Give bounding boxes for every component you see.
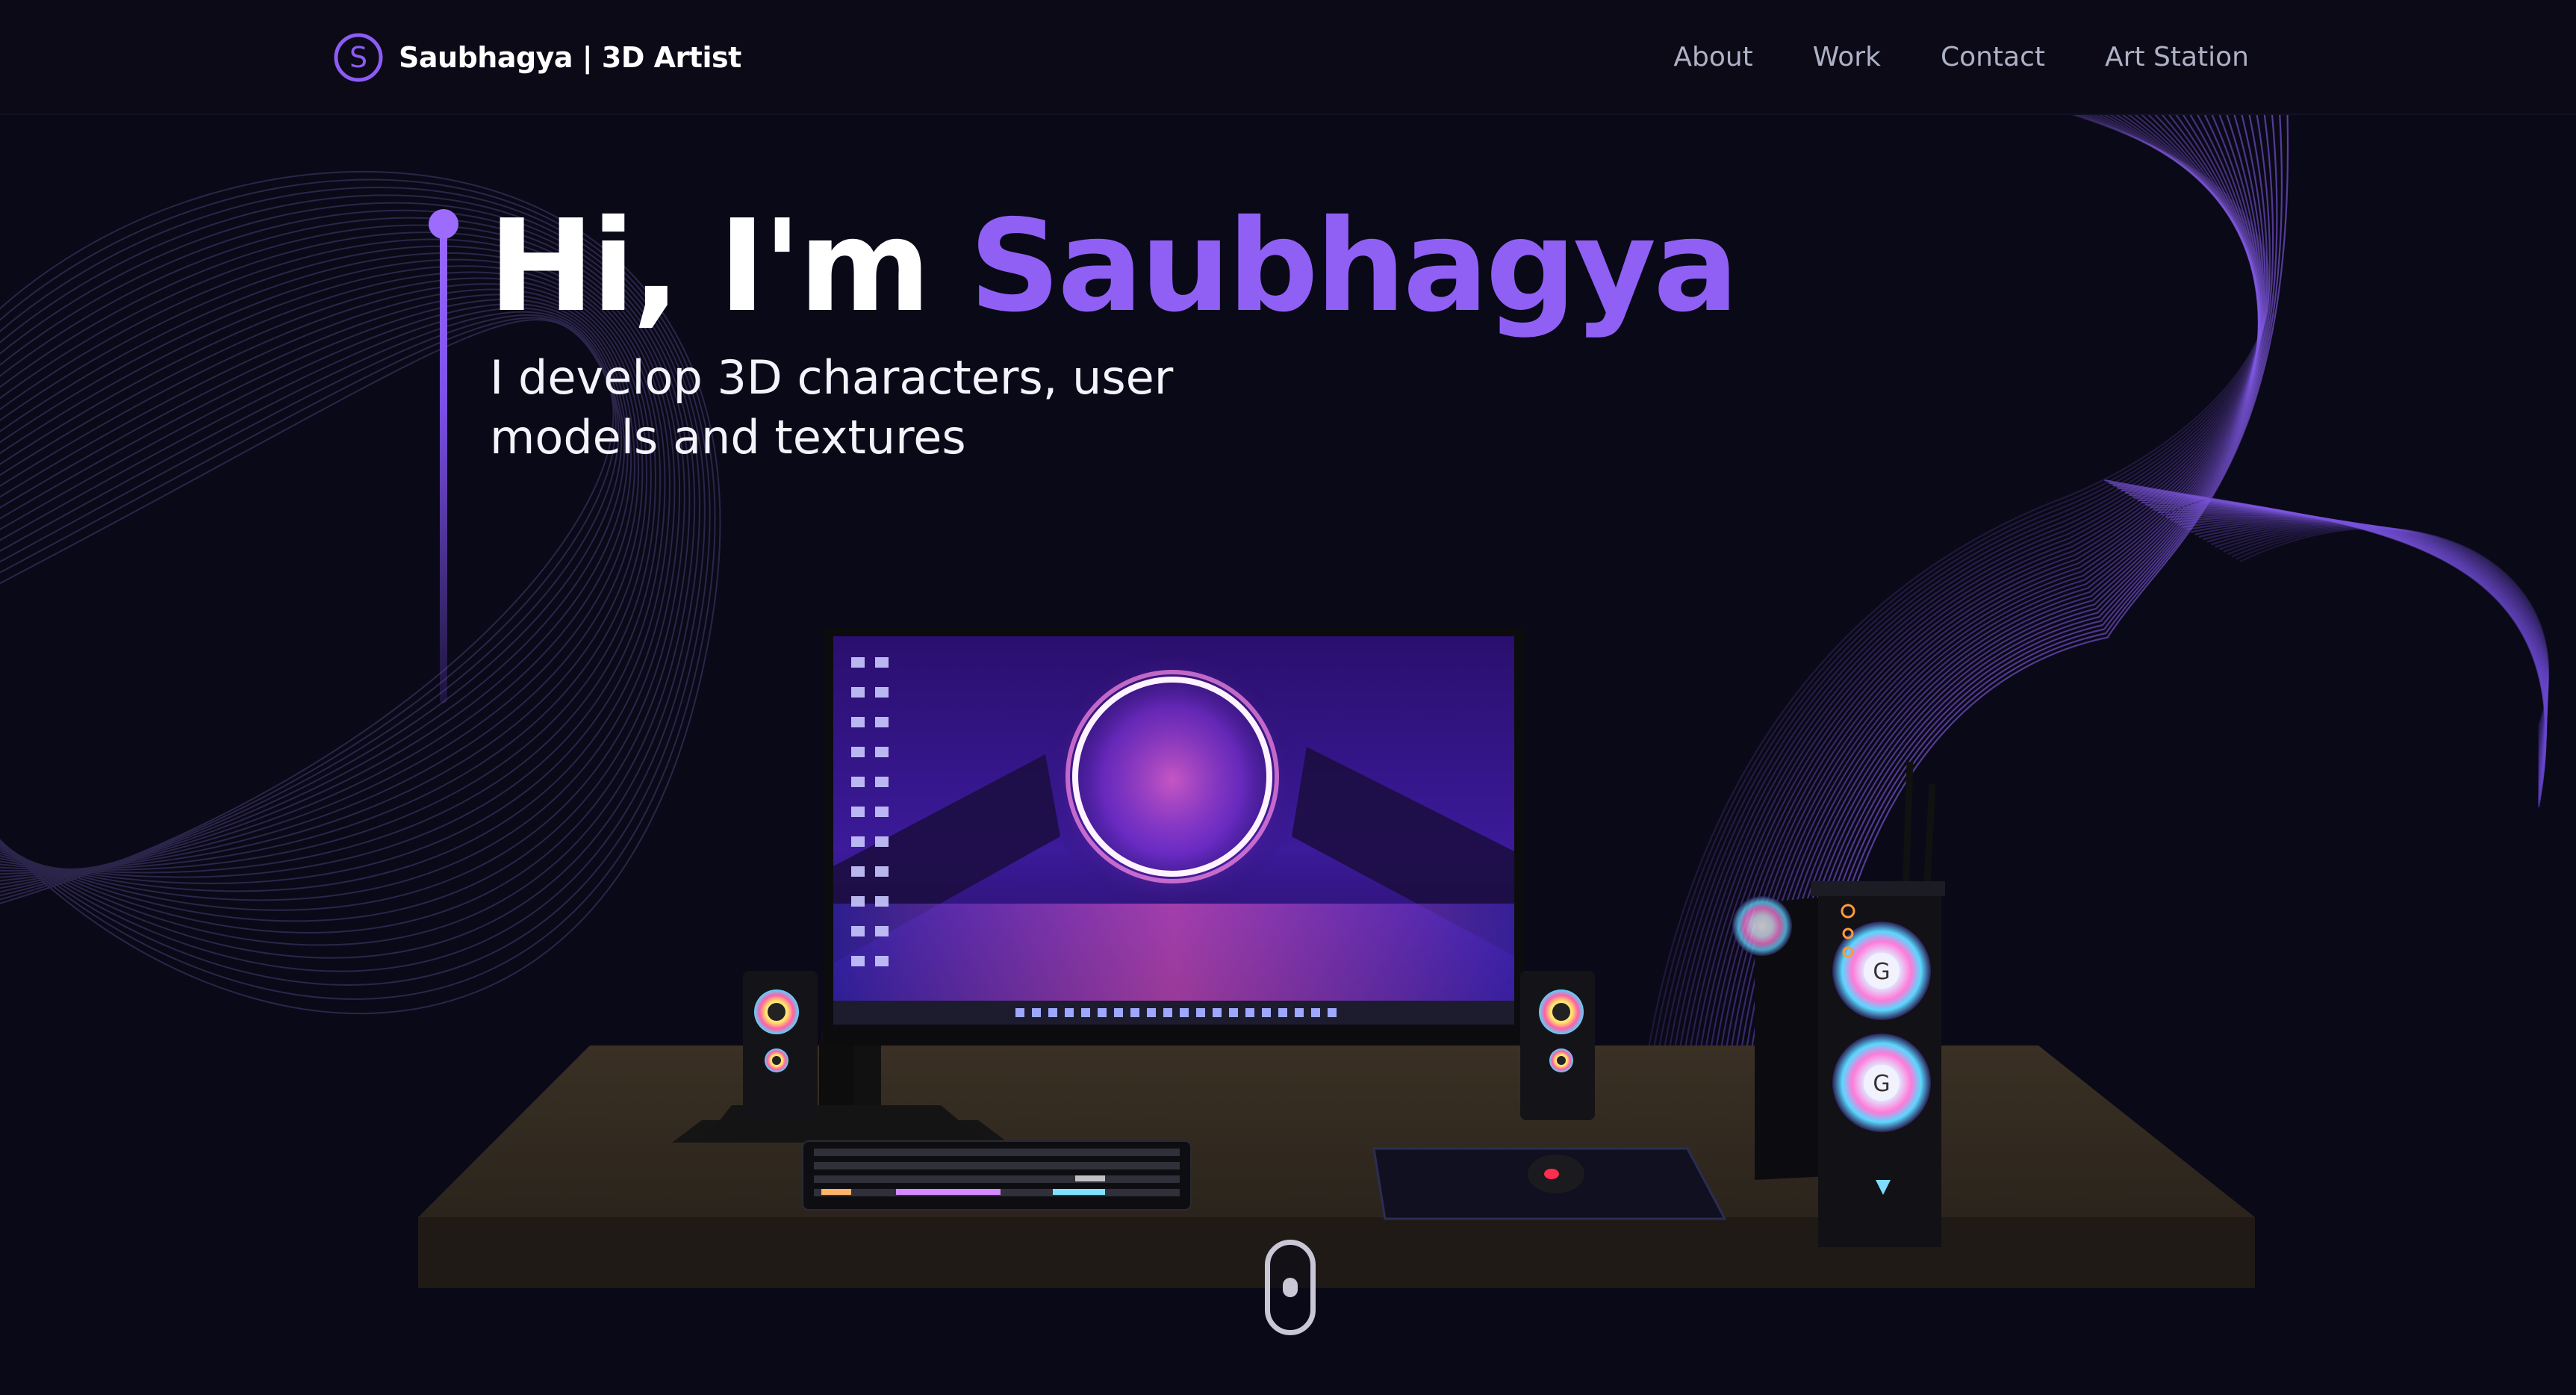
svg-text:G: G [1873, 959, 1890, 985]
mouse-scroll-icon [1283, 1278, 1298, 1297]
brand-logo-icon: S [334, 33, 383, 82]
hero-accent-dot [429, 209, 458, 239]
speaker-icon [743, 971, 818, 1120]
keyboard-icon [802, 1140, 1192, 1211]
mouse-icon [1372, 1147, 1727, 1220]
svg-text:G: G [1873, 1071, 1890, 1097]
brand-name: Saubhagya | 3D Artist [399, 41, 741, 74]
hero-subtitle: I develop 3D characters, user models and… [490, 350, 1174, 465]
hero-heading: Hi, I'm Saubhagya [488, 193, 1739, 341]
main-nav: About Work Contact Art Station [1673, 34, 2249, 79]
scroll-down-indicator[interactable] [1265, 1240, 1316, 1335]
desk [418, 1046, 2255, 1288]
speaker-icon [1520, 971, 1595, 1120]
nav-link-about[interactable]: About [1673, 42, 1752, 72]
hero-accent-line [440, 211, 447, 703]
svg-text:S: S [349, 41, 367, 74]
top-navbar: S Saubhagya | 3D Artist About Work Conta… [0, 0, 2576, 115]
nav-link-work[interactable]: Work [1813, 42, 1881, 72]
desk-scene-render: G G [418, 627, 2255, 1288]
pc-case-icon: G G [1732, 761, 1945, 1247]
page: S Saubhagya | 3D Artist About Work Conta… [0, 0, 2576, 1395]
hero-greeting: Hi, I'm [488, 193, 931, 341]
nav-link-contact[interactable]: Contact [1941, 42, 2045, 72]
brand-home-link[interactable]: S Saubhagya | 3D Artist [333, 31, 741, 84]
hero-name: Saubhagya [968, 193, 1739, 341]
nav-link-art-station[interactable]: Art Station [2105, 42, 2249, 72]
